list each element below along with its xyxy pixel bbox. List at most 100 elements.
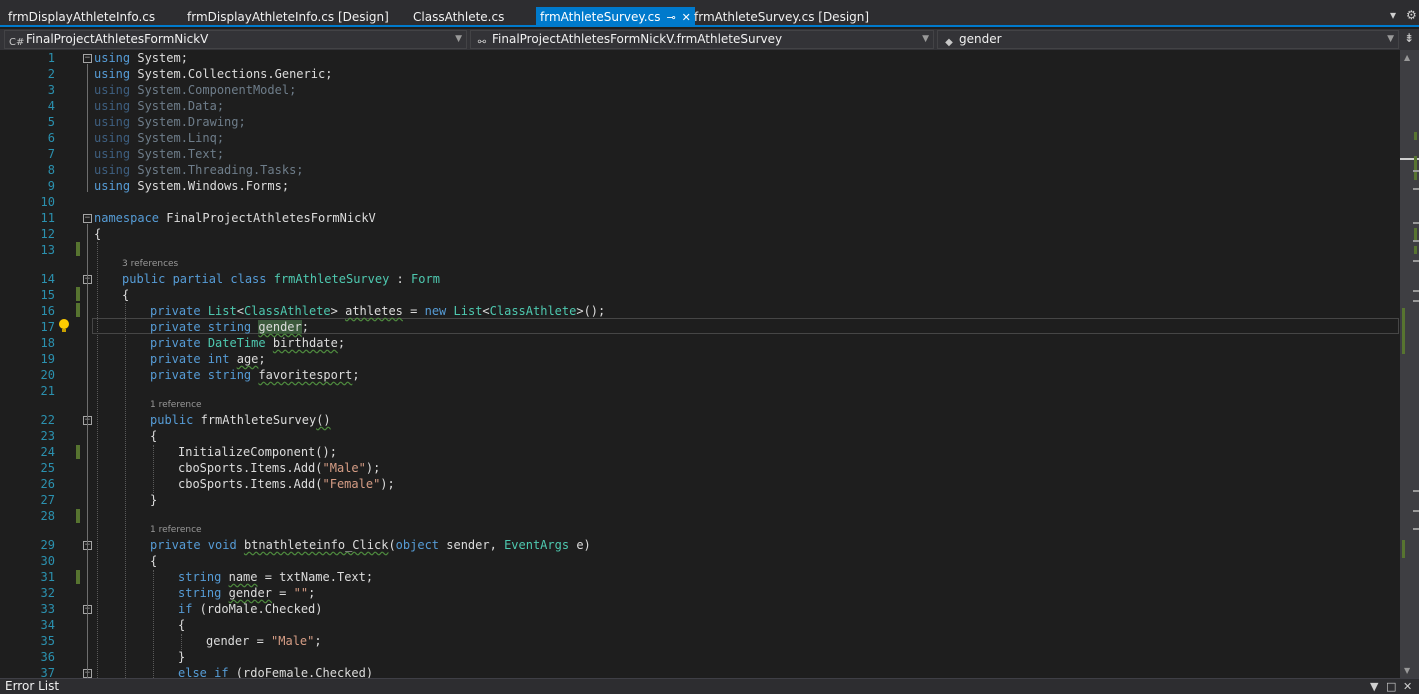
document-tab-strip: frmDisplayAthleteInfo.cs frmDisplayAthle… — [0, 0, 1419, 27]
line-number: 19 — [40, 352, 55, 366]
project-name: FinalProjectAthletesFormNickV — [26, 32, 209, 46]
tab-dropdown-icon[interactable]: ▾ — [1390, 8, 1396, 22]
line-number: 26 — [40, 477, 55, 491]
line-number: 22 — [40, 413, 55, 427]
change-map-marker — [1414, 156, 1417, 180]
line-number: 2 — [47, 67, 55, 81]
line-number: 7 — [47, 147, 55, 161]
code-line-1: using System; — [94, 51, 188, 65]
scrollbar-marker — [1413, 260, 1419, 262]
code-line-11: namespace FinalProjectAthletesFormNickV — [94, 211, 376, 225]
code-line-27: } — [150, 493, 158, 507]
scrollbar-marker — [1413, 170, 1419, 172]
codelens-references[interactable]: 3 references — [122, 257, 178, 271]
code-line-32: string gender = ""; — [178, 586, 316, 600]
codelens-references[interactable]: 1 reference — [150, 523, 202, 537]
scrollbar-marker — [1413, 222, 1419, 224]
scrollbar-marker — [1413, 528, 1419, 530]
line-number: 1 — [47, 51, 55, 65]
close-icon[interactable]: ✕ — [682, 8, 691, 28]
code-line-8: using System.Threading.Tasks; — [94, 163, 304, 177]
codelens-references[interactable]: 1 reference — [150, 398, 202, 412]
change-marker — [76, 445, 80, 459]
project-dropdown[interactable]: C# FinalProjectAthletesFormNickV ▼ — [4, 30, 467, 49]
change-marker — [76, 242, 80, 256]
tab-label: frmDisplayAthleteInfo.cs [Design] — [187, 10, 389, 24]
navigation-bar: C# FinalProjectAthletesFormNickV ▼ ⚯ Final… — [0, 29, 1419, 50]
scrollbar-marker — [1413, 290, 1419, 292]
member-dropdown[interactable]: ◆ gender ▼ — [937, 30, 1399, 49]
code-editor[interactable]: 1 2 3 4 5 6 7 8 9 10 11 12 13 14 15 16 17 18 19 20 21 22 23 24 2… — [0, 50, 1400, 678]
code-line-3: using System.ComponentModel; — [94, 83, 297, 97]
collapse-icon[interactable]: − — [83, 214, 92, 223]
line-number: 20 — [40, 368, 55, 382]
change-map-marker — [1402, 308, 1405, 354]
class-icon: ⚯ — [477, 37, 487, 48]
lightbulb-icon[interactable] — [57, 318, 71, 334]
code-line-4: using System.Data; — [94, 99, 225, 113]
scroll-up-icon[interactable]: ▲ — [1404, 53, 1410, 62]
csharp-project-icon: C# — [9, 37, 25, 48]
code-line-6: using System.Linq; — [94, 131, 225, 145]
code-line-37: else if (rdoFemale.Checked) — [178, 666, 374, 678]
collapse-icon[interactable]: − — [83, 54, 92, 63]
code-line-14: public partial class frmAthleteSurvey : … — [122, 272, 440, 286]
code-line-25: cboSports.Items.Add("Male"); — [178, 461, 381, 475]
type-dropdown[interactable]: ⚯ FinalProjectAthletesFormNickV.frmAthlet… — [470, 30, 934, 49]
error-list-panel-header[interactable]: Error List ▼ □ ✕ — [0, 678, 1419, 694]
line-number: 34 — [40, 618, 55, 632]
line-number: 11 — [40, 211, 55, 225]
chevron-down-icon[interactable]: ▼ — [1370, 679, 1378, 694]
gear-icon[interactable]: ⚙ — [1406, 8, 1417, 22]
code-line-5: using System.Drawing; — [94, 115, 246, 129]
scroll-down-icon[interactable]: ▼ — [1404, 666, 1410, 675]
line-number: 5 — [47, 115, 55, 129]
line-number: 13 — [40, 243, 55, 257]
split-icon[interactable]: ⇟ — [1404, 31, 1414, 45]
code-line-35: gender = "Male"; — [206, 634, 322, 648]
change-map-marker — [1402, 540, 1405, 558]
line-number: 35 — [40, 634, 55, 648]
change-marker — [76, 287, 80, 301]
line-number: 27 — [40, 493, 55, 507]
scrollbar-marker — [1413, 240, 1419, 242]
maximize-icon[interactable]: □ — [1386, 679, 1396, 694]
scrollbar-marker — [1413, 510, 1419, 512]
line-number: 31 — [40, 570, 55, 584]
change-marker — [76, 570, 80, 584]
tab-frmathletesurvey-cs[interactable]: frmAthleteSurvey.cs ⊸ ✕ — [536, 7, 695, 27]
code-line-18: private DateTime birthdate; — [150, 336, 346, 350]
tab-frmdisplayathleteinfo-design[interactable]: frmDisplayAthleteInfo.cs [Design] — [187, 7, 389, 27]
pin-icon[interactable]: ⊸ — [666, 8, 675, 28]
tab-label: ClassAthlete.cs — [413, 10, 505, 24]
code-line-20: private string favoritesport; — [150, 368, 360, 382]
line-number: 17 — [40, 320, 55, 334]
code-line-36: } — [178, 650, 186, 664]
scrollbar-marker — [1413, 300, 1419, 302]
close-icon[interactable]: ✕ — [1403, 679, 1412, 694]
vertical-scrollbar[interactable]: ▲ ▼ — [1400, 50, 1419, 678]
line-number: 3 — [47, 83, 55, 97]
line-number: 12 — [40, 227, 55, 241]
line-number: 21 — [40, 384, 55, 398]
fold-line — [87, 224, 88, 678]
change-marker — [76, 509, 80, 523]
line-number: 10 — [40, 195, 55, 209]
line-number: 14 — [40, 272, 55, 286]
scrollbar-marker — [1413, 188, 1419, 190]
error-list-title: Error List — [5, 679, 60, 693]
line-number: 23 — [40, 429, 55, 443]
tab-frmathletesurvey-design[interactable]: frmAthleteSurvey.cs [Design] — [694, 7, 869, 27]
chevron-down-icon: ▼ — [922, 34, 929, 44]
line-number: 25 — [40, 461, 55, 475]
indent-guide — [125, 303, 126, 678]
code-line-16: private List<ClassAthlete> athletes = ne… — [150, 304, 606, 318]
tab-frmdisplayathleteinfo-cs[interactable]: frmDisplayAthleteInfo.cs — [8, 7, 155, 27]
tab-classathlete-cs[interactable]: ClassAthlete.cs — [413, 7, 504, 27]
indent-guide — [153, 445, 154, 493]
tab-label: frmAthleteSurvey.cs — [540, 10, 661, 24]
code-line-22: public frmAthleteSurvey() — [150, 413, 331, 427]
code-line-2: using System.Collections.Generic; — [94, 67, 333, 81]
indent-guide — [97, 242, 98, 678]
code-line-7: using System.Text; — [94, 147, 225, 161]
